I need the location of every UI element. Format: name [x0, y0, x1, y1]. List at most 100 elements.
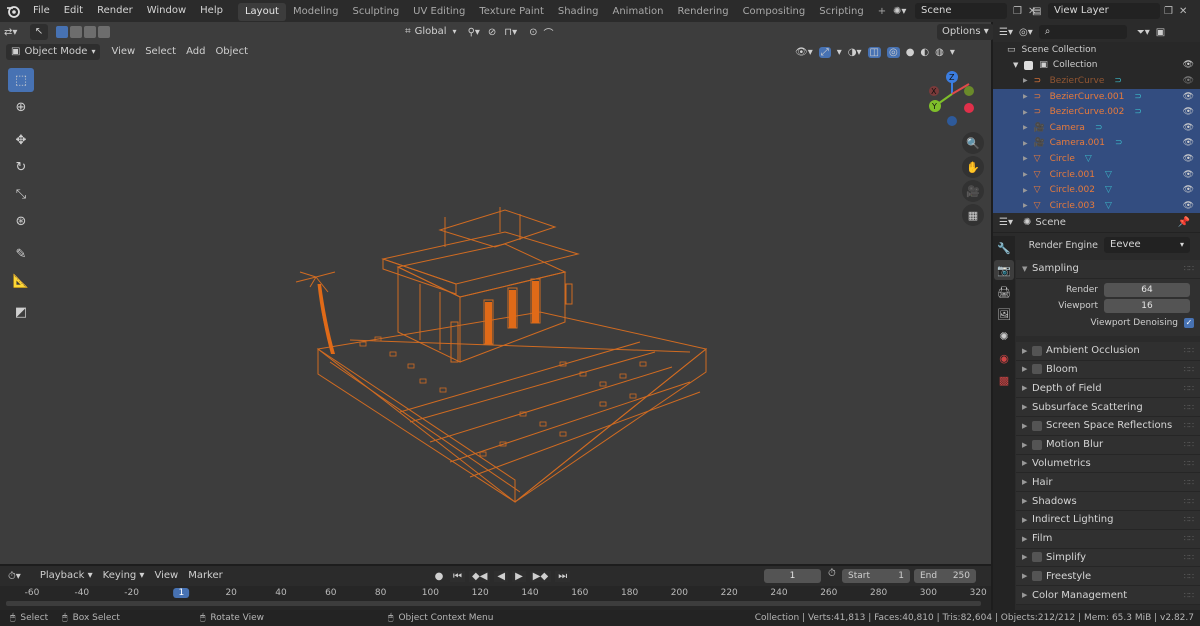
outliner-item[interactable]: ▶ ▽ Circle.001 ▽ 👁	[993, 166, 1200, 183]
render-engine-dropdown[interactable]: Eevee ▾	[1104, 237, 1190, 253]
record-icon[interactable]: ●	[432, 571, 446, 582]
outliner-item[interactable]: ▶ ▽ Circle.002 ▽ 👁	[993, 182, 1200, 198]
panel-header[interactable]: ▶ Film ∷∷	[1016, 529, 1200, 549]
outliner-item[interactable]: ▶ 🎥 Camera ⊃ 👁	[993, 119, 1200, 136]
panel-enable-checkbox[interactable]	[1032, 345, 1042, 356]
tab-animation[interactable]: Animation	[606, 3, 671, 21]
drag-handle-icon[interactable]: ∷∷	[1184, 534, 1194, 543]
expand-icon[interactable]: ▶	[1023, 77, 1028, 84]
drag-handle-icon[interactable]: ∷∷	[1184, 459, 1194, 468]
timeline-scrollbar[interactable]	[6, 601, 981, 606]
menu-select[interactable]: Select	[140, 44, 181, 60]
drag-handle-icon[interactable]: ∷∷	[1184, 403, 1194, 412]
drag-handle-icon[interactable]: ∷∷	[1184, 421, 1194, 430]
move-tool-icon[interactable]: ✥	[8, 128, 34, 152]
scale-tool-icon[interactable]: ⤡	[8, 182, 34, 206]
tab-shading[interactable]: Shading	[551, 3, 606, 21]
play-icon[interactable]: ▶	[512, 570, 526, 582]
properties-editor-icon[interactable]: ☰▾	[999, 217, 1013, 228]
panel-header[interactable]: ▶ Shadows ∷∷	[1016, 492, 1200, 511]
expand-icon[interactable]: ▶	[1023, 202, 1028, 209]
jump-end-icon[interactable]: ⏭	[555, 570, 571, 582]
drag-handle-icon[interactable]: ∷∷	[1184, 553, 1194, 562]
outliner-item[interactable]: ▶ ▽ Circle.003 ▽ 👁	[993, 197, 1200, 214]
3d-viewport[interactable]	[0, 22, 991, 564]
menu-view[interactable]: View	[106, 44, 140, 60]
annotate-tool-icon[interactable]: ✎	[8, 242, 34, 266]
object-mode-dropdown[interactable]: ▣ Object Mode ▾	[6, 44, 101, 60]
menu-edit[interactable]: Edit	[57, 0, 90, 22]
object-data-icon[interactable]: ▽	[1105, 201, 1112, 211]
timeline-ruler[interactable]: -60 -40 -20 1 20 40 60 80 100 120 140 160 180 200 220 2…	[0, 586, 991, 610]
checkbox-icon[interactable]	[1024, 60, 1034, 70]
add-cube-tool-icon[interactable]: ◩	[8, 300, 34, 324]
menu-render[interactable]: Render	[90, 0, 140, 22]
menu-add[interactable]: Add	[181, 44, 210, 60]
viewport-denoising-row[interactable]: Viewport Denoising ✓	[1016, 314, 1200, 332]
panel-header[interactable]: ▶ Volumetrics ∷∷	[1016, 454, 1200, 474]
outliner-scene-collection[interactable]: ▭ Scene Collection	[993, 42, 1200, 58]
panel-header[interactable]: ▶ Simplify ∷∷	[1016, 548, 1200, 568]
drag-handle-icon[interactable]: ∷∷	[1184, 478, 1194, 487]
render-tab-icon[interactable]: 📷	[994, 260, 1014, 280]
eye-icon[interactable]: 👁	[1183, 138, 1194, 148]
expand-icon[interactable]: ▶	[1023, 140, 1028, 147]
jump-start-icon[interactable]: ⏮	[450, 570, 465, 582]
viewport-samples-field[interactable]: 16	[1104, 298, 1190, 313]
view-layer-field[interactable]: View Layer	[1048, 3, 1160, 19]
panel-header[interactable]: ▶ Indirect Lighting ∷∷	[1016, 510, 1200, 530]
measure-tool-icon[interactable]: 📐	[8, 269, 34, 293]
options-dropdown[interactable]: Options ▾	[937, 24, 994, 40]
select-tool-icon[interactable]: ↖	[30, 24, 48, 40]
expand-icon[interactable]: ▶	[1023, 155, 1028, 162]
gizmo-toggle-icon[interactable]: ⤢	[818, 46, 831, 58]
tab-scripting[interactable]: Scripting	[812, 3, 870, 21]
filter-icon[interactable]: ⏷▾	[1137, 27, 1150, 38]
expand-icon[interactable]: ▶	[1023, 187, 1028, 194]
texture-tab-icon[interactable]: ▩	[994, 370, 1014, 390]
drag-handle-icon[interactable]: ∷∷	[1184, 497, 1194, 506]
start-frame-field[interactable]: Start 1	[842, 569, 910, 583]
snap-target-icon[interactable]: ⊓▾	[504, 27, 517, 38]
transform-tool-icon[interactable]: ⊛	[8, 209, 34, 233]
drag-handle-icon[interactable]: ∷∷	[1184, 572, 1194, 581]
eye-icon[interactable]: 👁	[1183, 185, 1194, 195]
outliner-search-input[interactable]: ⌕	[1038, 25, 1127, 39]
expand-icon[interactable]: ▶	[1023, 124, 1028, 131]
eye-icon[interactable]: 👁	[1183, 92, 1194, 102]
panel-header[interactable]: ▶ Freestyle ∷∷	[1016, 567, 1200, 587]
selection-mode-icons[interactable]	[56, 26, 110, 38]
object-data-icon[interactable]: ▽	[1105, 170, 1112, 180]
outliner-item[interactable]: ▶ ▽ Circle ▽ 👁	[993, 151, 1200, 167]
current-frame-field[interactable]: 1	[764, 569, 821, 583]
world-tab-icon[interactable]: ◉	[994, 348, 1014, 368]
preview-range-icon[interactable]: ⏱	[828, 568, 836, 579]
view-layer-tab-icon[interactable]: 🖼	[994, 304, 1014, 324]
ortho-grid-icon[interactable]: ▦	[962, 204, 984, 226]
eye-icon[interactable]: 👁	[1183, 154, 1194, 164]
drag-handle-icon[interactable]: ∷∷	[1184, 384, 1194, 393]
expand-icon[interactable]: ▼	[1013, 61, 1018, 69]
overlay-toggle-icon[interactable]: ◑▾	[848, 47, 862, 58]
material-shading-icon[interactable]: ◐	[920, 47, 929, 58]
scene-selector[interactable]: ✺▾ Scene ❐ ✕	[893, 3, 1036, 19]
xray-toggle-icon[interactable]: ◫	[867, 46, 881, 58]
play-reverse-icon[interactable]: ◀	[494, 570, 509, 582]
snap-icon[interactable]: ⊘	[488, 27, 496, 38]
object-data-icon[interactable]: ⊃	[1095, 123, 1103, 133]
object-data-icon[interactable]: ▽	[1085, 154, 1092, 164]
tool-tab-icon[interactable]: 🔧	[994, 238, 1014, 258]
outliner[interactable]: ▭ Scene Collection ▼ ▣ Collection 👁 ▶ ⊃ Be…	[993, 42, 1200, 214]
copy-view-layer-icon[interactable]: ❐	[1164, 6, 1173, 17]
panel-header[interactable]: ▶ Motion Blur ∷∷	[1016, 435, 1200, 455]
drag-handle-icon[interactable]: ∷∷	[1184, 591, 1194, 600]
panel-header[interactable]: ▶ Screen Space Reflections ∷∷	[1016, 416, 1200, 436]
view-layer-selector[interactable]: ▤ View Layer ❐ ✕	[1032, 3, 1187, 19]
outliner-item[interactable]: ▶ 🎥 Camera.001 ⊃ 👁	[993, 135, 1200, 152]
object-data-icon[interactable]: ⊃	[1134, 107, 1142, 117]
next-keyframe-icon[interactable]: ▶◆	[529, 570, 552, 582]
outliner-item[interactable]: ▶ ⊃ BezierCurve.002 ⊃ 👁	[993, 104, 1200, 120]
tab-sculpting[interactable]: Sculpting	[345, 3, 406, 21]
end-frame-field[interactable]: End 250	[914, 569, 976, 583]
menu-playback[interactable]: Playback ▾	[35, 568, 98, 584]
